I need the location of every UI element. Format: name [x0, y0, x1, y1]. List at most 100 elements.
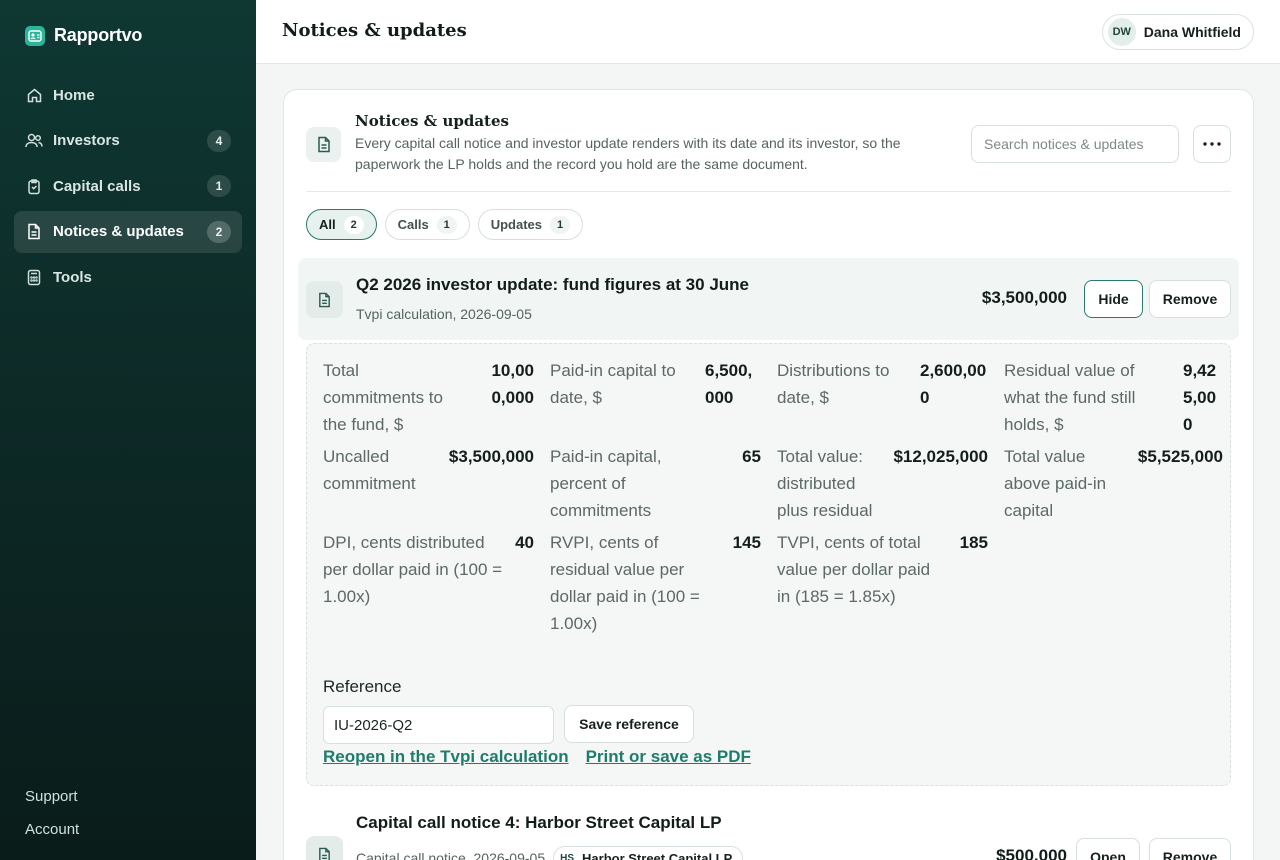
investor-name: Harbor Street Capital LP — [582, 850, 733, 860]
metric-label: Total value above paid-in capital — [1004, 447, 1107, 520]
sidebar-item-label: Tools — [53, 268, 92, 286]
support-link[interactable]: Support — [25, 788, 79, 805]
brand[interactable]: Rapportvo — [25, 25, 142, 46]
notice-title: Q2 2026 investor update: fund figures at… — [356, 275, 749, 294]
reference-input[interactable] — [323, 706, 554, 744]
filter-label: Updates — [490, 217, 542, 232]
metric-value: 65 — [742, 447, 761, 466]
filter-count: 1 — [550, 215, 570, 234]
open-button[interactable]: Open — [1076, 838, 1140, 860]
sidebar-footer: Support Account — [25, 772, 79, 838]
filter-label: Calls — [397, 217, 429, 232]
metric-value: $12,025,000 — [893, 447, 988, 466]
hide-button[interactable]: Hide — [1084, 280, 1143, 318]
metric-value: 145 — [732, 533, 761, 552]
reference-label: Reference — [323, 677, 402, 696]
notice-row[interactable]: Q2 2026 investor update: fund figures at… — [298, 258, 1239, 340]
panel-title: Notices & updates — [355, 112, 509, 130]
clipboard-icon — [25, 177, 43, 195]
metric-item: Paid-in capital, percent of commitments 6… — [550, 443, 777, 524]
count-badge: 1 — [207, 175, 231, 197]
metric-label: Distributions to date, $ — [777, 361, 890, 407]
notice-detail: Total commitments to the fund, $ 10,000,0… — [306, 343, 1231, 786]
metric-item: Uncalled commitment $3,500,000 — [323, 443, 550, 524]
notice-row[interactable]: Capital call notice 4: Harbor Street Cap… — [298, 808, 1239, 860]
ellipsis-icon — [1203, 142, 1221, 146]
notice-title: Capital call notice 4: Harbor Street Cap… — [356, 813, 722, 832]
reopen-link[interactable]: Reopen in the Tvpi calculation — [323, 747, 569, 767]
metric-item: Total value: distributed plus residual $1… — [777, 443, 1004, 524]
metrics-grid: Total commitments to the fund, $ 10,000,0… — [323, 357, 1223, 637]
metric-value: 2,600,000 — [920, 361, 987, 407]
panel-header: Notices & updates Every capital call not… — [306, 110, 1231, 192]
print-pdf-link[interactable]: Print or save as PDF — [586, 747, 751, 767]
filter-updates[interactable]: Updates 1 — [477, 209, 583, 240]
metric-item: Paid-in capital to date, $ 6,500,000 — [550, 357, 777, 438]
metric-label: Total commitments to the fund, $ — [323, 361, 443, 434]
document-icon — [306, 281, 343, 318]
sidebar-item-capital-calls[interactable]: Capital calls 1 — [14, 165, 242, 207]
remove-button[interactable]: Remove — [1149, 838, 1231, 860]
users-icon — [25, 132, 43, 150]
document-icon — [25, 223, 43, 241]
metric-item: TVPI, cents of total value per dollar pa… — [777, 529, 1004, 637]
page-title: Notices & updates — [282, 20, 467, 41]
user-name: Dana Whitfield — [1143, 24, 1241, 40]
count-badge: 4 — [207, 129, 231, 152]
metric-item: Residual value of what the fund still ho… — [1004, 357, 1223, 438]
metric-item: Total value above paid-in capital $5,525,… — [1004, 443, 1223, 524]
metric-label: RVPI, cents of residual value per dollar… — [550, 533, 700, 633]
sidebar-item-label: Investors — [53, 132, 120, 149]
metric-label: Residual value of what the fund still ho… — [1004, 361, 1136, 434]
notice-subtitle-row: Capital call notice, 2026-09-05 HS Harbo… — [356, 846, 744, 860]
sidebar-item-label: Capital calls — [53, 177, 141, 195]
sidebar-item-label: Notices & updates — [53, 223, 184, 240]
filter-calls[interactable]: Calls 1 — [384, 209, 470, 240]
sidebar: Rapportvo Home Investors 4 Capital calls… — [0, 0, 256, 860]
user-menu[interactable]: DW Dana Whitfield — [1101, 14, 1254, 50]
metric-label: DPI, cents distributed per dollar paid i… — [323, 533, 503, 606]
notices-panel: Notices & updates Every capital call not… — [283, 89, 1254, 860]
sidebar-item-home[interactable]: Home — [14, 74, 242, 116]
metric-item: Total commitments to the fund, $ 10,000,0… — [323, 357, 550, 438]
investor-avatar: HS — [560, 852, 575, 860]
metric-label: Total value: distributed plus residual — [777, 447, 873, 520]
investor-chip[interactable]: HS Harbor Street Capital LP — [553, 846, 744, 860]
metric-value: 6,500,000 — [705, 361, 753, 407]
search-input[interactable] — [971, 125, 1179, 163]
sidebar-item-tools[interactable]: Tools — [14, 256, 242, 298]
metric-label: Paid-in capital, percent of commitments — [550, 447, 662, 520]
filter-all[interactable]: All 2 — [306, 209, 377, 240]
metric-value: 9,425,000 — [1183, 361, 1217, 434]
metric-item: RVPI, cents of residual value per dollar… — [550, 529, 777, 637]
notice-subtitle: Capital call notice, 2026-09-05 — [356, 850, 546, 860]
document-icon — [306, 127, 341, 162]
metric-label: TVPI, cents of total value per dollar pa… — [777, 533, 931, 606]
account-link[interactable]: Account — [25, 821, 79, 838]
home-icon — [25, 86, 43, 104]
brand-logo-icon — [25, 25, 45, 46]
sidebar-item-notices-updates[interactable]: Notices & updates 2 — [14, 210, 242, 253]
metric-item: Distributions to date, $ 2,600,000 — [777, 357, 1004, 438]
more-options-button[interactable] — [1193, 125, 1231, 163]
metric-value: 185 — [959, 533, 988, 552]
sidebar-nav: Home Investors 4 Capital calls 1 Notices… — [14, 74, 242, 302]
avatar: DW — [1107, 18, 1136, 46]
filter-count: 2 — [343, 215, 364, 234]
filter-count: 1 — [436, 215, 457, 234]
sidebar-item-investors[interactable]: Investors 4 — [14, 120, 242, 162]
calculator-icon — [25, 268, 43, 286]
save-reference-button[interactable]: Save reference — [564, 705, 694, 743]
notice-amount: $3,500,000 — [981, 288, 1067, 307]
filter-tabs: All 2 Calls 1 Updates 1 — [306, 209, 583, 240]
metric-value: $3,500,000 — [448, 447, 534, 466]
metric-value: 10,000,000 — [491, 361, 534, 407]
brand-name: Rapportvo — [54, 25, 143, 45]
notice-links: Reopen in the Tvpi calculation Print or … — [323, 747, 751, 767]
metric-value: $5,525,000 — [1137, 447, 1223, 466]
remove-button[interactable]: Remove — [1149, 280, 1231, 318]
metric-item: DPI, cents distributed per dollar paid i… — [323, 529, 550, 637]
count-badge: 2 — [207, 220, 231, 243]
notice-subtitle: Tvpi calculation, 2026-09-05 — [356, 306, 532, 322]
panel-description: Every capital call notice and investor u… — [355, 135, 901, 172]
